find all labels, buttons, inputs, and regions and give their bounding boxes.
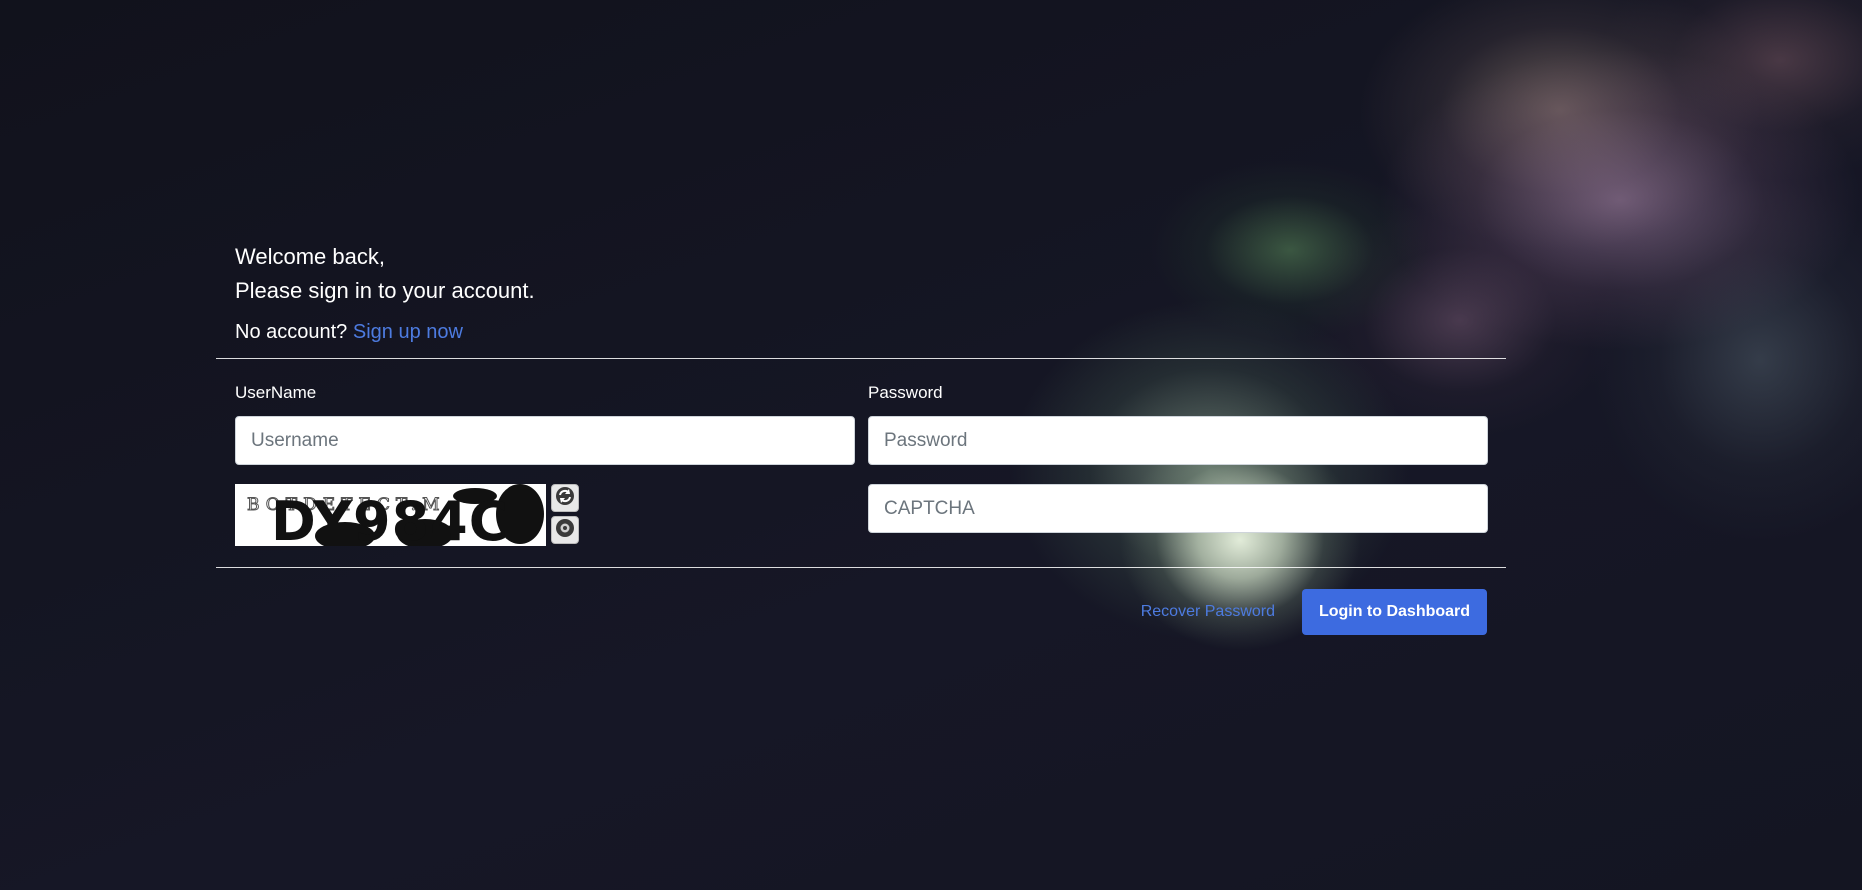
captcha-image: BOTDETECT.M DY984C — [235, 484, 546, 546]
captcha-refresh-button[interactable] — [551, 484, 579, 512]
captcha-input[interactable] — [868, 484, 1488, 533]
welcome-subheading: Please sign in to your account. — [235, 278, 535, 303]
captcha-controls — [551, 484, 579, 544]
welcome-block: Welcome back, Please sign in to your acc… — [216, 240, 1506, 346]
captcha-code: DY984C — [271, 490, 509, 546]
captcha-row: BOTDETECT.M DY984C — [216, 484, 1506, 546]
form-actions: Recover Password Login to Dashboard — [216, 589, 1506, 635]
login-form: Welcome back, Please sign in to your acc… — [216, 240, 1506, 635]
credentials-row: UserName Password — [216, 383, 1506, 465]
signup-link[interactable]: Sign up now — [353, 321, 463, 343]
password-group: Password — [868, 383, 1488, 465]
password-input[interactable] — [868, 416, 1488, 465]
speaker-icon — [555, 518, 575, 542]
captcha-group: BOTDETECT.M DY984C — [235, 484, 855, 546]
captcha-input-group — [868, 484, 1488, 546]
captcha-audio-button[interactable] — [551, 516, 579, 544]
password-label: Password — [868, 383, 943, 402]
login-button[interactable]: Login to Dashboard — [1302, 589, 1487, 635]
welcome-heading: Welcome back, — [235, 244, 385, 269]
username-input[interactable] — [235, 416, 855, 465]
signup-prompt: No account? Sign up now — [235, 318, 1506, 346]
divider-top — [216, 358, 1506, 359]
recover-password-link[interactable]: Recover Password — [1141, 603, 1275, 621]
divider-bottom — [216, 567, 1506, 568]
username-group: UserName — [235, 383, 855, 465]
username-label: UserName — [235, 383, 317, 402]
signup-prompt-text: No account? — [235, 321, 348, 343]
refresh-icon — [555, 486, 575, 510]
